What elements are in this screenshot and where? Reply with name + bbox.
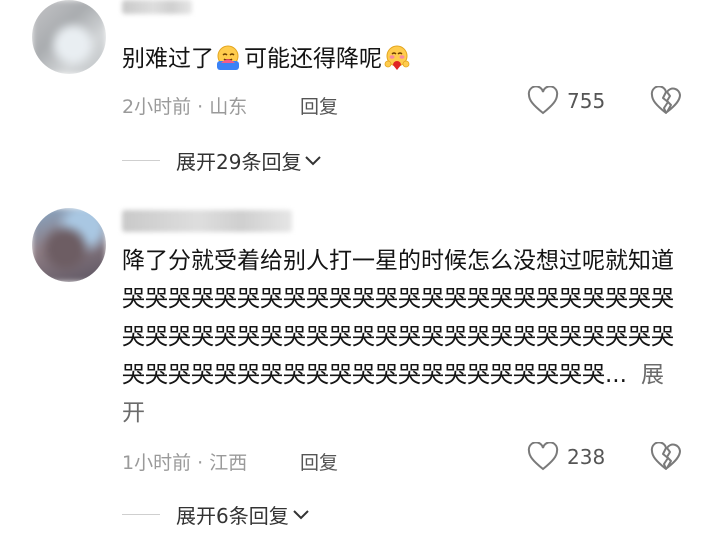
comment-text-body: 降了分就受着给别人打一星的时候怎么没想过呢就知道哭哭哭哭哭哭哭哭哭哭哭哭哭哭哭哭… [122, 248, 674, 388]
separator-dot: · [197, 96, 204, 118]
divider-line [122, 160, 160, 161]
comment-text-part: 别难过了 [122, 46, 214, 72]
comment-meta: 1小时前 · 江西 回复 [122, 448, 338, 475]
timestamp: 1小时前 [122, 452, 192, 474]
comment-item: 降了分就受着给别人打一星的时候怎么没想过呢就知道哭哭哭哭哭哭哭哭哭哭哭哭哭哭哭哭… [0, 190, 720, 548]
heart-outline-icon [527, 86, 559, 115]
hugging-face-emoji-icon [217, 45, 239, 70]
hugging-face-emoji-icon [384, 45, 410, 70]
username-blurred[interactable] [122, 210, 292, 232]
comment-text: 别难过了 可能还得降呢 [122, 40, 678, 78]
username-blurred[interactable] [122, 0, 192, 14]
expand-replies-button[interactable]: 展开6条回复 [122, 500, 311, 529]
reply-button[interactable]: 回复 [300, 448, 338, 475]
location: 江西 [209, 452, 248, 474]
dislike-button[interactable] [650, 85, 682, 120]
comment-item: 别难过了 可能还得降呢 2小时前 · 山东 回复 755 展开29条回复 [0, 0, 720, 190]
like-button[interactable]: 238 [527, 442, 605, 472]
heart-outline-icon [527, 442, 559, 471]
like-button[interactable]: 755 [527, 86, 605, 116]
comment-text-part: 可能还得降呢 [244, 46, 382, 72]
expand-replies-button[interactable]: 展开29条回复 [122, 146, 323, 175]
divider-line [122, 514, 160, 515]
chevron-down-icon [293, 509, 309, 519]
separator-dot: · [197, 452, 204, 474]
avatar[interactable] [32, 0, 106, 74]
chevron-down-icon [305, 155, 322, 165]
reply-button[interactable]: 回复 [300, 92, 338, 119]
comment-meta: 2小时前 · 山东 回复 [122, 92, 338, 119]
expand-replies-label: 展开29条回复 [176, 150, 302, 174]
broken-heart-icon [650, 441, 681, 470]
broken-heart-icon [650, 85, 681, 114]
expand-replies-label: 展开6条回复 [176, 504, 289, 528]
avatar[interactable] [32, 208, 106, 282]
location: 山东 [209, 96, 248, 118]
dislike-button[interactable] [650, 441, 682, 476]
timestamp: 2小时前 [122, 96, 192, 118]
like-count: 238 [567, 445, 606, 469]
like-count: 755 [567, 89, 606, 113]
comment-text: 降了分就受着给别人打一星的时候怎么没想过呢就知道哭哭哭哭哭哭哭哭哭哭哭哭哭哭哭哭… [122, 242, 678, 432]
